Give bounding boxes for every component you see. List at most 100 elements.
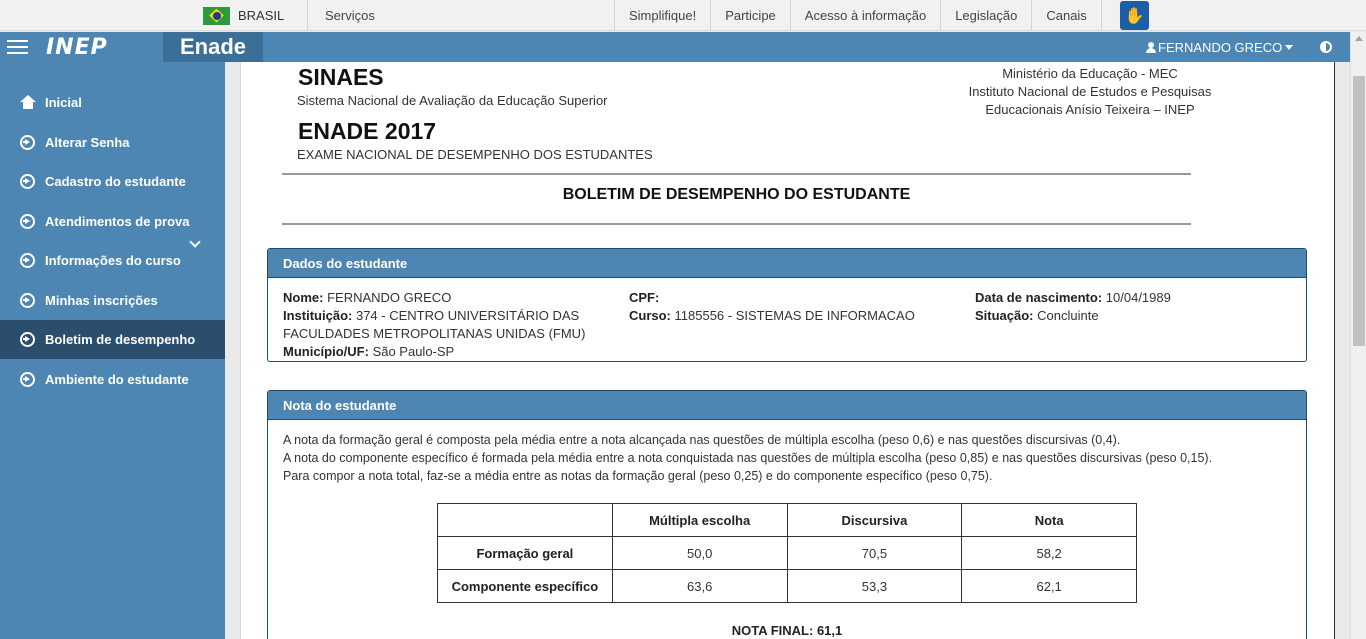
app-header: INEP Enade FERNANDO GRECO <box>0 32 1350 62</box>
sidebar-item-alterar-senha[interactable]: Alterar Senha <box>0 123 225 161</box>
table-row: Componente específico 63,6 53,3 62,1 <box>437 569 1137 603</box>
nascimento-value: 10/04/1989 <box>1105 290 1171 305</box>
nota-paragraph: A nota do componente específico é formad… <box>283 451 1213 465</box>
dados-middle-column: CPF: Curso: 1185556 - SISTEMAS DE INFORM… <box>629 289 969 325</box>
curso-value: 1185556 - SISTEMAS DE INFORMACAO <box>674 308 915 323</box>
circle-arrow-icon <box>20 252 35 268</box>
sidebar-item-label: Inicial <box>45 94 82 110</box>
hamburger-menu-icon[interactable] <box>7 40 28 54</box>
sidebar-item-informacoes-curso[interactable]: Informações do curso <box>0 241 225 279</box>
table-header-cell: Múltipla escolha <box>611 503 788 537</box>
vlibras-hands-icon[interactable]: ✋ <box>1120 1 1149 30</box>
situacao-field: Situação: Concluinte <box>975 307 1295 325</box>
gov-top-bar: BRASIL Serviços Simplifique! Participe A… <box>0 0 1366 31</box>
table-cell: 50,0 <box>611 536 788 570</box>
instituicao-value: 374 - CENTRO UNIVERSITÁRIO DAS <box>355 308 580 323</box>
table-header-cell <box>437 503 613 537</box>
circle-arrow-icon <box>20 371 35 387</box>
sinaes-subtitle: Sistema Nacional de Avaliação da Educaçã… <box>297 93 608 108</box>
scroll-up-arrow-icon[interactable] <box>1355 36 1363 41</box>
situacao-value: Concluinte <box>1037 308 1099 323</box>
situacao-label: Situação: <box>975 308 1034 323</box>
sidebar-item-atendimentos[interactable]: Atendimentos de prova <box>0 202 225 240</box>
divider <box>282 173 1191 175</box>
caret-down-icon <box>1285 44 1294 50</box>
municipio-label: Município/UF: <box>283 344 369 359</box>
inep-logo[interactable]: INEP <box>46 35 108 60</box>
app-title[interactable]: Enade <box>163 32 263 62</box>
page-scrollbar[interactable] <box>1350 32 1366 639</box>
sidebar-item-minhas-inscricoes[interactable]: Minhas inscrições <box>0 281 225 319</box>
table-cell: 62,1 <box>961 569 1137 603</box>
table-row: Formação geral 50,0 70,5 58,2 <box>437 536 1137 570</box>
cpf-label: CPF: <box>629 290 660 305</box>
nome-value: FERNANDO GRECO <box>327 290 452 305</box>
user-icon <box>1146 41 1156 53</box>
circle-arrow-icon <box>20 292 35 308</box>
table-header-cell: Nota <box>961 503 1137 537</box>
instituicao-label: Instituição: <box>283 308 353 323</box>
cpf-field: CPF: <box>629 289 969 307</box>
table-cell: 63,6 <box>611 569 788 603</box>
contrast-toggle-icon[interactable] <box>1320 41 1332 53</box>
participe-link[interactable]: Participe <box>710 0 790 31</box>
nota-final: NOTA FINAL: 61,1 <box>731 623 843 638</box>
home-icon <box>20 94 36 110</box>
curso-field: Curso: 1185556 - SISTEMAS DE INFORMACAO <box>629 307 969 325</box>
acesso-informacao-link[interactable]: Acesso à informação <box>789 0 940 31</box>
nome-field: Nome: FERNANDO GRECO <box>283 289 623 307</box>
circle-arrow-icon <box>20 173 35 189</box>
simplifique-link[interactable]: Simplifique! <box>614 0 710 31</box>
table-cell: 53,3 <box>786 569 963 603</box>
municipio-field: Município/UF: São Paulo-SP <box>283 343 623 361</box>
row-header-cell: Componente específico <box>437 569 613 603</box>
sidebar-item-label: Atendimentos de prova <box>45 213 190 229</box>
nascimento-field: Data de nascimento: 10/04/1989 <box>975 289 1295 307</box>
panel-heading: Dados do estudante <box>268 249 1306 278</box>
sidebar-item-label: Cadastro do estudante <box>45 173 186 189</box>
scrollbar-thumb[interactable] <box>1353 76 1365 346</box>
dados-right-column: Data de nascimento: 10/04/1989 Situação:… <box>975 289 1295 325</box>
table-cell: 58,2 <box>961 536 1137 570</box>
instituicao-field: Instituição: 374 - CENTRO UNIVERSITÁRIO … <box>283 307 623 325</box>
enade-subtitle: EXAME NACIONAL DE DESEMPENHO DOS ESTUDAN… <box>297 147 653 162</box>
divider <box>282 223 1191 225</box>
table-header-row: Múltipla escolha Discursiva Nota <box>437 503 1137 537</box>
nome-label: Nome: <box>283 290 324 305</box>
instituicao-value-continued: FACULDADES METROPOLITANAS UNIDAS (FMU) <box>283 326 586 341</box>
table-header-cell: Discursiva <box>786 503 963 537</box>
brazil-flag-icon <box>203 6 230 25</box>
sidebar-item-boletim[interactable]: Boletim de desempenho <box>0 320 225 359</box>
legislacao-link[interactable]: Legislação <box>940 0 1031 31</box>
mec-line: Instituto Nacional de Estudos e Pesquisa… <box>968 84 1212 99</box>
sidebar-item-label: Minhas inscrições <box>45 292 158 308</box>
servicos-link[interactable]: Serviços <box>309 0 614 31</box>
circle-arrow-icon <box>20 134 35 150</box>
panel-heading: Nota do estudante <box>268 391 1306 420</box>
boletim-title: BOLETIM DE DESEMPENHO DO ESTUDANTE <box>562 186 911 203</box>
user-menu[interactable]: FERNANDO GRECO <box>1146 32 1294 62</box>
sidebar-item-label: Boletim de desempenho <box>45 332 196 347</box>
gov-links: Simplifique! Participe Acesso à informaç… <box>614 0 1102 31</box>
brasil-link[interactable]: BRASIL <box>200 0 308 31</box>
municipio-value: São Paulo-SP <box>372 344 455 359</box>
dados-left-column: Nome: FERNANDO GRECO Instituição: 374 - … <box>283 289 623 361</box>
nascimento-label: Data de nascimento: <box>975 290 1103 305</box>
sidebar-item-ambiente[interactable]: Ambiente do estudante <box>0 360 225 398</box>
mec-line: Educacionais Anísio Teixeira – INEP <box>985 102 1195 117</box>
sidebar-item-label: Ambiente do estudante <box>45 371 189 387</box>
user-name: FERNANDO GRECO <box>1158 39 1283 55</box>
mec-header: Ministério da Educação - MEC Instituto N… <box>960 65 1220 119</box>
notes-table: Múltipla escolha Discursiva Nota Formaçã… <box>437 503 1137 603</box>
mec-line: Ministério da Educação - MEC <box>1002 66 1178 81</box>
sidebar-item-cadastro[interactable]: Cadastro do estudante <box>0 162 225 200</box>
nota-paragraph: Para compor a nota total, faz-se a média… <box>283 469 993 483</box>
sidebar: Inicial Alterar Senha Cadastro do estuda… <box>0 62 225 639</box>
brasil-label: BRASIL <box>238 8 285 23</box>
table-cell: 70,5 <box>786 536 963 570</box>
sidebar-item-inicial[interactable]: Inicial <box>0 83 225 121</box>
enade-title: ENADE 2017 <box>298 118 437 144</box>
canais-link[interactable]: Canais <box>1031 0 1102 31</box>
curso-label: Curso: <box>629 308 671 323</box>
sidebar-item-label: Alterar Senha <box>45 134 130 150</box>
